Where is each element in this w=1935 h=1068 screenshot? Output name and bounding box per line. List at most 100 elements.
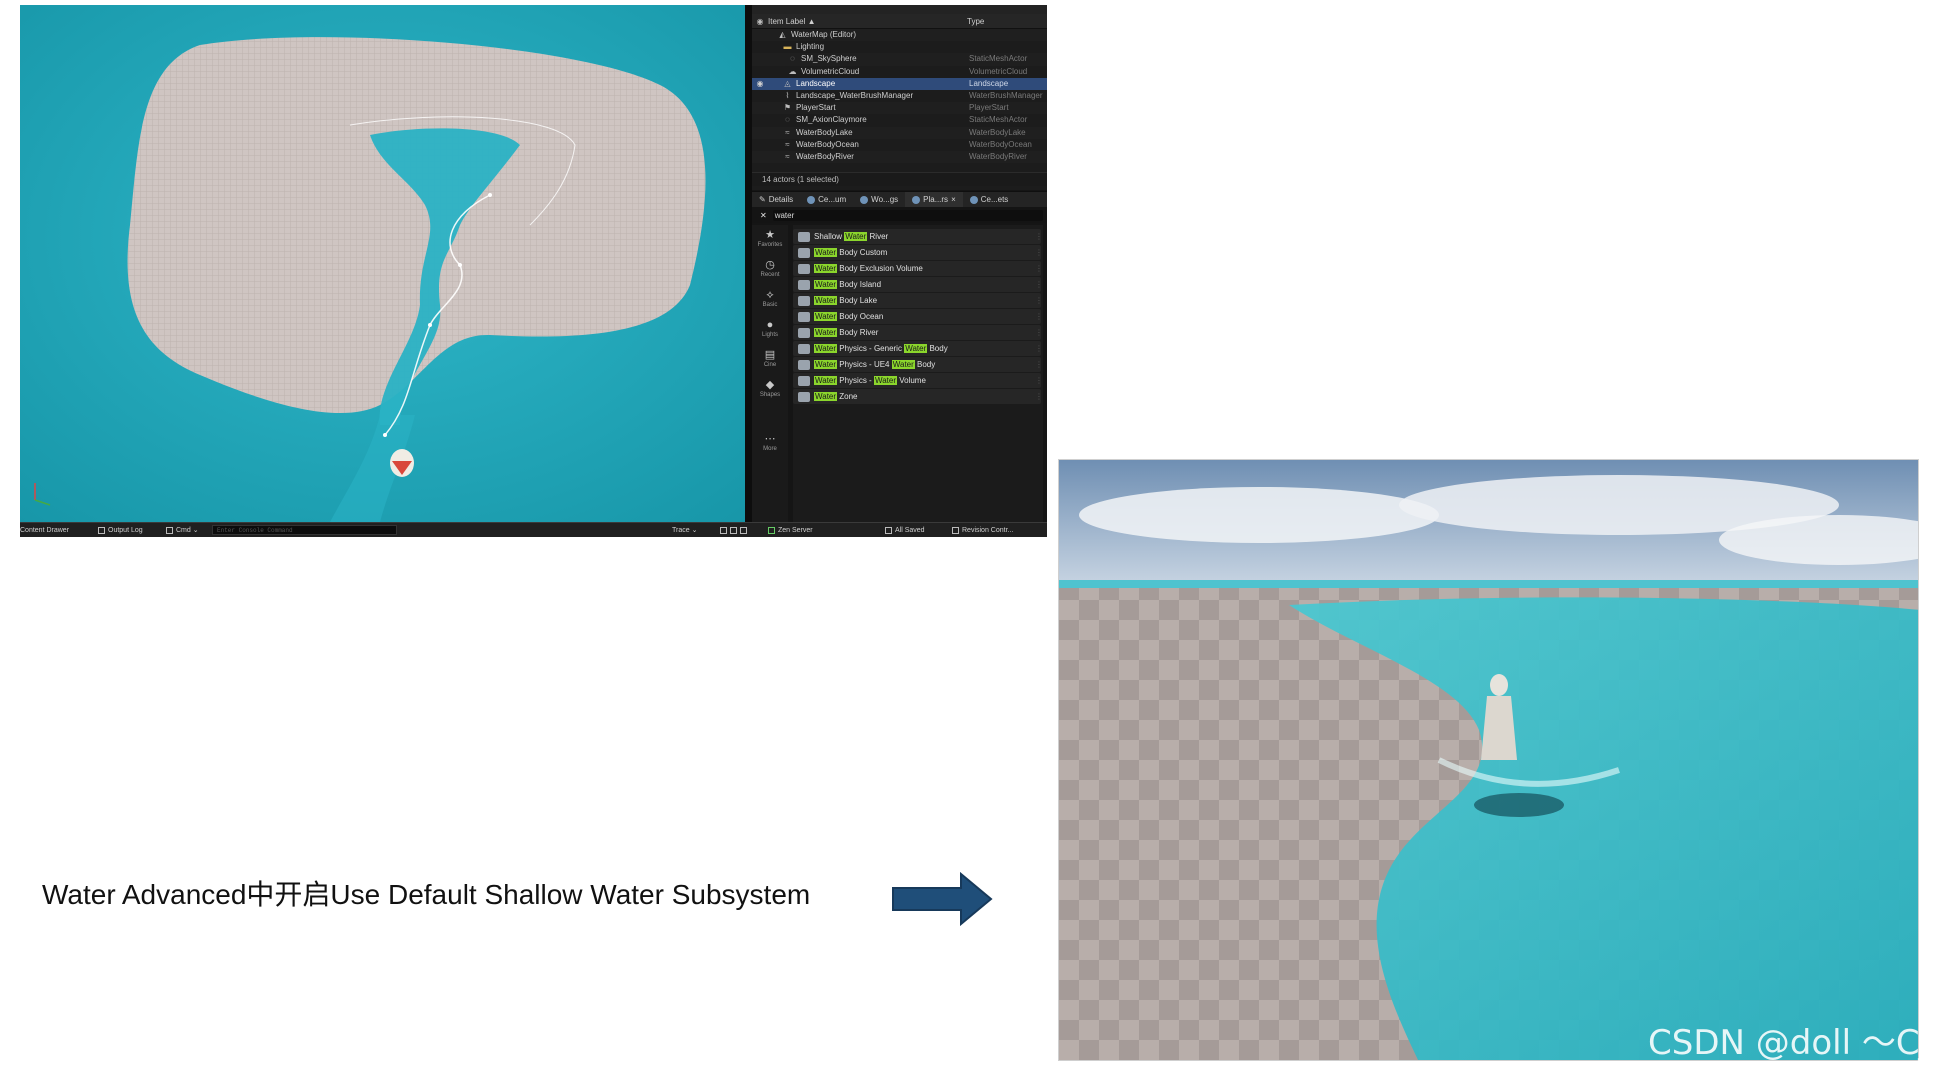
cmd-label: Cmd ⌄ bbox=[176, 527, 199, 534]
place-actor-item[interactable]: Water Body Ocean ⋮ bbox=[793, 309, 1043, 324]
place-actor-item[interactable]: Water Physics - UE4 Water Body ⋮ bbox=[793, 357, 1043, 372]
outliner-row[interactable]: ⌇ Landscape_WaterBrushManager WaterBrushMa… bbox=[752, 90, 1047, 102]
outliner-row[interactable]: ◌ SM_AxionClaymore StaticMeshActor bbox=[752, 114, 1047, 126]
category-lights[interactable]: ● Lights bbox=[752, 319, 788, 338]
mesh-icon: ◌ bbox=[790, 54, 795, 64]
revision-control-button[interactable]: Revision Contr... bbox=[952, 523, 1013, 537]
drag-handle-icon[interactable]: ⋮ bbox=[1035, 328, 1043, 337]
drag-handle-icon[interactable]: ⋮ bbox=[1035, 232, 1043, 241]
search-highlight: Water bbox=[814, 248, 838, 257]
category-cine[interactable]: ▤ Cine bbox=[752, 349, 788, 368]
place-actor-item[interactable]: Water Body Custom ⋮ bbox=[793, 245, 1043, 260]
zen-server-button[interactable]: Zen Server bbox=[768, 523, 813, 537]
search-highlight: Water bbox=[814, 312, 838, 321]
drag-handle-icon[interactable]: ⋮ bbox=[1035, 312, 1043, 321]
mesh-icon: ◌ bbox=[785, 115, 790, 125]
category-recent[interactable]: ◷ Recent bbox=[752, 259, 788, 278]
outliner-item-name: ⚑ PlayerStart bbox=[768, 102, 969, 114]
outliner-row[interactable]: ≈ WaterBodyRiver WaterBodyRiver bbox=[752, 150, 1047, 164]
label-part: Body Island bbox=[837, 280, 882, 289]
search-input[interactable]: water bbox=[772, 209, 1043, 221]
panel-separator[interactable] bbox=[745, 5, 752, 522]
search-highlight: Water bbox=[873, 376, 897, 385]
category-basic[interactable]: ⟡ Basic bbox=[752, 289, 788, 308]
close-icon[interactable]: × bbox=[951, 192, 956, 208]
outliner-row[interactable]: ☁ VolumetricCloud VolumetricCloud bbox=[752, 66, 1047, 78]
outliner-row[interactable]: ◭ WaterMap (Editor) bbox=[752, 29, 1047, 42]
category-label: Shapes bbox=[759, 392, 781, 398]
actor-count: 14 actors (1 selected) bbox=[752, 172, 1047, 186]
place-actor-label: Water Body Exclusion Volume bbox=[814, 264, 1035, 273]
game-view-screenshot bbox=[1058, 459, 1919, 1061]
water-icon: ≈ bbox=[785, 139, 790, 149]
place-actor-item[interactable]: Water Body Exclusion Volume ⋮ bbox=[793, 261, 1043, 276]
outliner-row[interactable]: ▬ Lighting bbox=[752, 41, 1047, 53]
column-item-label[interactable]: Item Label ▲ bbox=[768, 17, 967, 26]
category-favorites[interactable]: ★ Favorites bbox=[752, 229, 788, 248]
outliner-row[interactable]: ≈ WaterBodyLake WaterBodyLake bbox=[752, 126, 1047, 139]
place-actor-item[interactable]: Water Physics - Generic Water Body ⋮ bbox=[793, 341, 1043, 356]
outliner-item-type: WaterBrushManager bbox=[969, 90, 1043, 100]
search-highlight: Water bbox=[814, 376, 838, 385]
search-highlight: Water bbox=[814, 360, 838, 369]
label-part: Body bbox=[927, 344, 948, 353]
camera-icon bbox=[730, 527, 737, 534]
drag-handle-icon[interactable]: ⋮ bbox=[1035, 344, 1043, 353]
clear-search-icon[interactable]: ✕ bbox=[760, 211, 767, 220]
place-actor-item[interactable]: Shallow Water River ⋮ bbox=[793, 229, 1043, 244]
category-label: Recent bbox=[760, 272, 780, 278]
category-label: More bbox=[763, 446, 777, 452]
outliner-item-type: StaticMeshActor bbox=[969, 54, 1028, 64]
cloud-icon: ☁ bbox=[788, 66, 797, 76]
place-actor-item[interactable]: Water Zone ⋮ bbox=[793, 389, 1043, 404]
visibility-eye-icon[interactable]: ◉ bbox=[752, 17, 768, 26]
outliner-row[interactable]: ≈ WaterBodyOcean WaterBodyOcean bbox=[752, 139, 1047, 151]
column-type[interactable]: Type bbox=[967, 17, 1047, 26]
drag-handle-icon[interactable]: ⋮ bbox=[1035, 264, 1043, 273]
drag-handle-icon[interactable]: ⋮ bbox=[1035, 296, 1043, 305]
outliner-row[interactable]: ◌ SM_SkySphere StaticMeshActor bbox=[752, 53, 1047, 66]
place-actor-item[interactable]: Water Physics - Water Volume ⋮ bbox=[793, 373, 1043, 388]
output-log-button[interactable]: Output Log bbox=[98, 523, 143, 537]
item-label: WaterBodyOcean bbox=[796, 139, 859, 149]
trace-dropdown[interactable]: Trace ⌄ bbox=[672, 523, 697, 537]
label-part: Physics - bbox=[837, 376, 874, 385]
outliner-row[interactable]: ◉ ◬ Landscape Landscape bbox=[752, 77, 1047, 90]
console-command-input[interactable]: Enter Console Command bbox=[212, 525, 397, 535]
cube-icon: ◆ bbox=[765, 379, 775, 391]
pencil-icon: ✎ bbox=[759, 195, 766, 204]
outliner-item-name: ≈ WaterBodyRiver bbox=[768, 151, 969, 163]
drag-handle-icon[interactable]: ⋮ bbox=[1035, 392, 1043, 401]
output-log-label: Output Log bbox=[108, 527, 143, 534]
tab-assets[interactable]: Ce...ets bbox=[963, 192, 1016, 208]
place-actor-item[interactable]: Water Body Island ⋮ bbox=[793, 277, 1043, 292]
outliner-item-type: WaterBodyRiver bbox=[969, 151, 1027, 161]
outliner-item-name: ◌ SM_AxionClaymore bbox=[768, 114, 969, 126]
tab-content-browser[interactable]: Ce...um bbox=[800, 192, 853, 208]
search-highlight: Water bbox=[814, 344, 838, 353]
level-viewport[interactable] bbox=[20, 5, 745, 522]
terminal-icon bbox=[166, 527, 173, 534]
all-saved-button[interactable]: All Saved bbox=[885, 523, 925, 537]
tab-details[interactable]: ✎ Details bbox=[752, 192, 800, 208]
tab-world-settings[interactable]: Wo...gs bbox=[853, 192, 905, 208]
tab-place-actors[interactable]: Pla...rs × bbox=[905, 192, 963, 208]
drag-handle-icon[interactable]: ⋮ bbox=[1035, 360, 1043, 369]
status-icons[interactable] bbox=[720, 523, 747, 537]
label-part: Shallow bbox=[814, 232, 845, 241]
drag-handle-icon[interactable]: ⋮ bbox=[1035, 280, 1043, 289]
visibility-eye-icon[interactable]: ◉ bbox=[752, 78, 768, 90]
place-actor-item[interactable]: Water Body River ⋮ bbox=[793, 325, 1043, 340]
content-drawer-button[interactable]: Content Drawer bbox=[20, 523, 69, 537]
outliner-row[interactable]: ⚑ PlayerStart PlayerStart bbox=[752, 102, 1047, 115]
outliner-header[interactable]: ◉ Item Label ▲ Type bbox=[752, 14, 1047, 29]
drag-handle-icon[interactable]: ⋮ bbox=[1035, 376, 1043, 385]
water-icon: ≈ bbox=[785, 151, 790, 161]
drag-handle-icon[interactable]: ⋮ bbox=[1035, 248, 1043, 257]
category-shapes[interactable]: ◆ Shapes bbox=[752, 379, 788, 398]
cmd-dropdown[interactable]: Cmd ⌄ bbox=[166, 523, 199, 537]
place-actor-item[interactable]: Water Body Lake ⋮ bbox=[793, 293, 1043, 308]
log-icon bbox=[98, 527, 105, 534]
category-more[interactable]: ⋯ More bbox=[752, 433, 788, 452]
outliner-toolbar bbox=[752, 5, 1047, 14]
